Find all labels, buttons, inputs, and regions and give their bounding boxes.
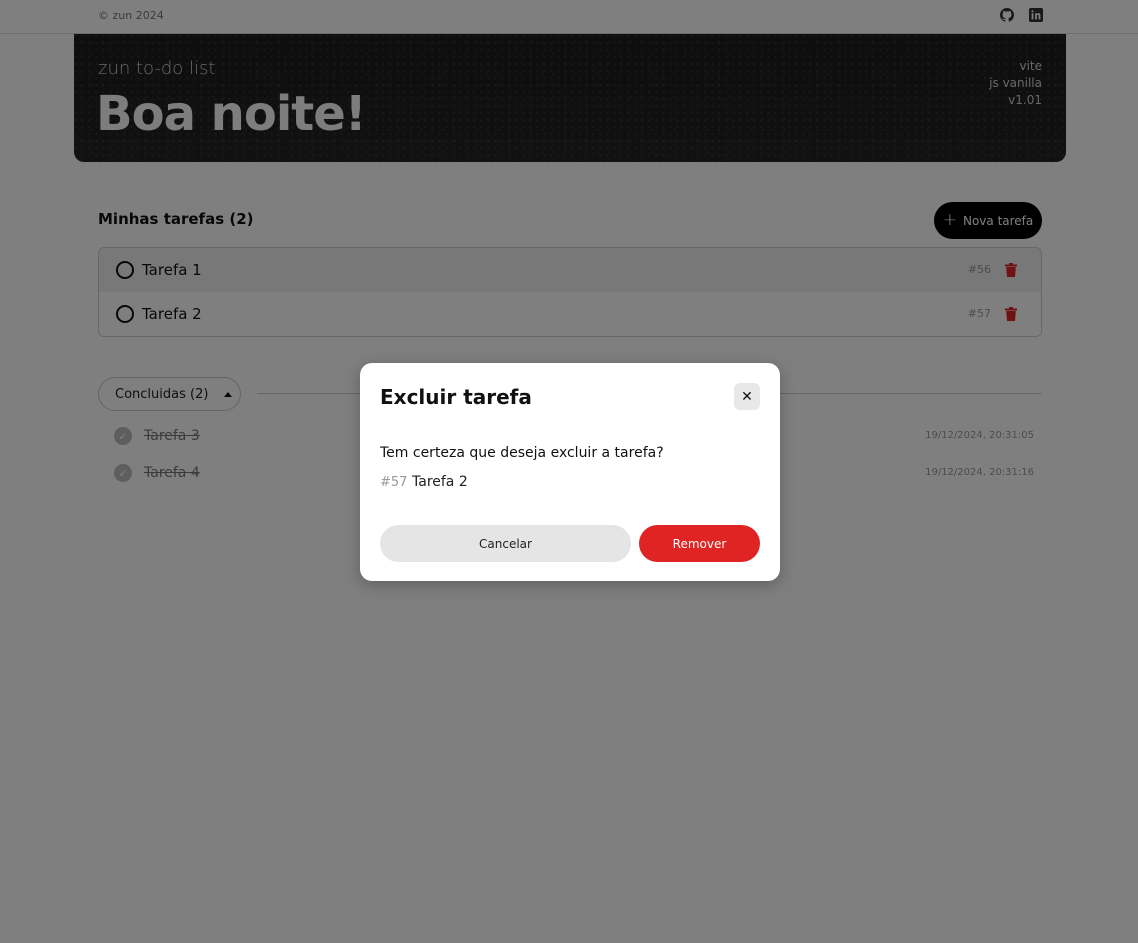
dialog-task-id: #57 [380,475,408,490]
remove-button[interactable]: Remover [639,525,760,562]
dialog-question: Tem certeza que deseja excluir a tarefa? [380,445,664,461]
cancel-button[interactable]: Cancelar [380,525,631,562]
close-icon[interactable]: ✕ [734,383,760,410]
dialog-title: Excluir tarefa [380,385,532,409]
delete-dialog: Excluir tarefa ✕ Tem certeza que deseja … [360,363,780,581]
dialog-task-name: Tarefa 2 [412,474,468,490]
